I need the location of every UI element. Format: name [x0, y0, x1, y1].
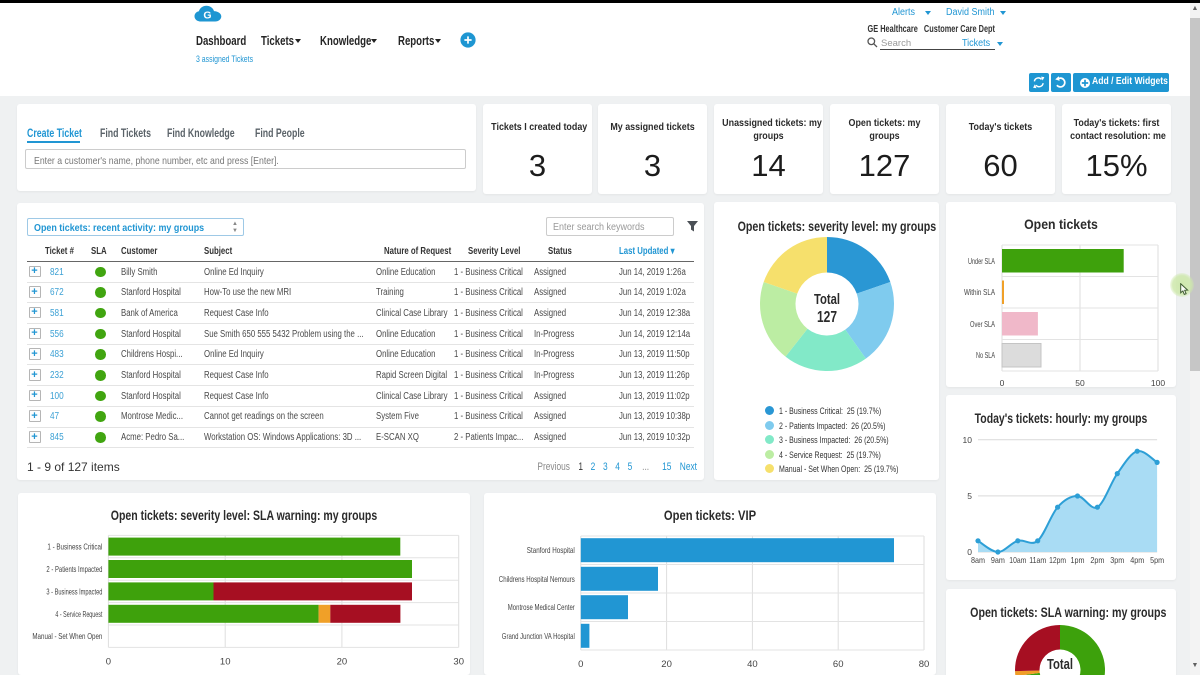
svg-text:10: 10 — [220, 656, 231, 667]
svg-text:60: 60 — [833, 659, 844, 670]
svg-text:4 - Service Request: 4 - Service Request — [55, 609, 102, 619]
svg-text:Within SLA: Within SLA — [964, 287, 995, 297]
svg-text:Grand Junction VA Hospital: Grand Junction VA Hospital — [502, 631, 575, 641]
svg-text:0: 0 — [1000, 378, 1005, 387]
svg-text:Manual - Set When Open: Manual - Set When Open — [32, 631, 102, 641]
svg-text:Childrens Hospital Nemours: Childrens Hospital Nemours — [499, 574, 575, 584]
svg-text:4pm: 4pm — [1130, 555, 1144, 565]
svg-text:10am: 10am — [1009, 555, 1026, 565]
svg-text:80: 80 — [919, 659, 930, 670]
svg-text:12pm: 12pm — [1049, 555, 1066, 565]
svg-text:Montrose Medical Center: Montrose Medical Center — [508, 602, 575, 612]
svg-text:2 - Patients Impacted: 2 - Patients Impacted — [46, 564, 102, 574]
svg-text:100: 100 — [1151, 378, 1165, 387]
svg-text:0: 0 — [106, 656, 111, 667]
svg-text:50: 50 — [1075, 378, 1085, 387]
svg-text:20: 20 — [661, 659, 672, 670]
svg-text:5pm: 5pm — [1150, 555, 1164, 565]
svg-text:30: 30 — [453, 656, 464, 667]
svg-text:Under SLA: Under SLA — [968, 256, 995, 266]
svg-text:3pm: 3pm — [1110, 555, 1124, 565]
svg-text:3 - Business Impacted: 3 - Business Impacted — [46, 586, 102, 596]
svg-text:20: 20 — [337, 656, 348, 667]
svg-text:11am: 11am — [1029, 555, 1046, 565]
svg-text:Stanford Hospital: Stanford Hospital — [527, 545, 575, 555]
svg-text:8am: 8am — [971, 555, 985, 565]
svg-text:2pm: 2pm — [1090, 555, 1104, 565]
svg-text:40: 40 — [747, 659, 758, 670]
svg-text:0: 0 — [578, 659, 583, 670]
svg-text:1pm: 1pm — [1071, 555, 1085, 565]
svg-text:No SLA: No SLA — [976, 350, 995, 360]
svg-text:1 - Business Critical: 1 - Business Critical — [47, 542, 102, 552]
svg-text:9am: 9am — [991, 555, 1005, 565]
svg-text:G: G — [203, 9, 211, 21]
svg-text:Over SLA: Over SLA — [970, 319, 995, 329]
svg-text:10: 10 — [963, 435, 973, 445]
svg-text:5: 5 — [967, 491, 972, 501]
